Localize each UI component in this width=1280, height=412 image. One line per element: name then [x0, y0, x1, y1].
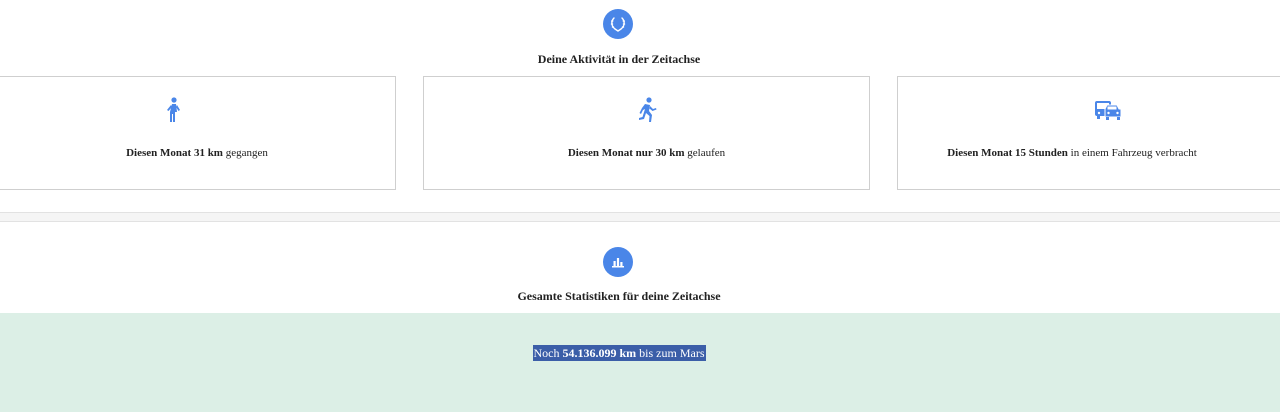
- mars-distance-panel: Noch 54.136.099 km bis zum Mars: [0, 313, 1280, 412]
- vehicle-icon: [1093, 95, 1123, 125]
- stats-title: Gesamte Statistiken für deine Zeitachse: [517, 289, 721, 303]
- walking-icon: [159, 95, 189, 125]
- activity-card-walking: Diesen Monat 31 km gegangen: [0, 76, 396, 190]
- activity-title: Deine Aktivität in der Zeitachse: [537, 52, 701, 66]
- activity-card-vehicle: Diesen Monat 15 Stunden in einem Fahrzeu…: [897, 76, 1280, 190]
- running-icon: [631, 95, 661, 125]
- section-divider: [0, 212, 1280, 222]
- bar-chart-icon: [603, 247, 633, 277]
- mars-distance-text: Noch 54.136.099 km bis zum Mars: [532, 345, 706, 361]
- vehicle-text: Diesen Monat 15 Stunden in einem Fahrzeu…: [947, 147, 1197, 159]
- activity-card-running: Diesen Monat nur 30 km gelaufen: [423, 76, 870, 190]
- running-text: Diesen Monat nur 30 km gelaufen: [567, 147, 726, 159]
- walking-text: Diesen Monat 31 km gegangen: [126, 147, 268, 159]
- laurel-wreath-icon: [603, 9, 633, 39]
